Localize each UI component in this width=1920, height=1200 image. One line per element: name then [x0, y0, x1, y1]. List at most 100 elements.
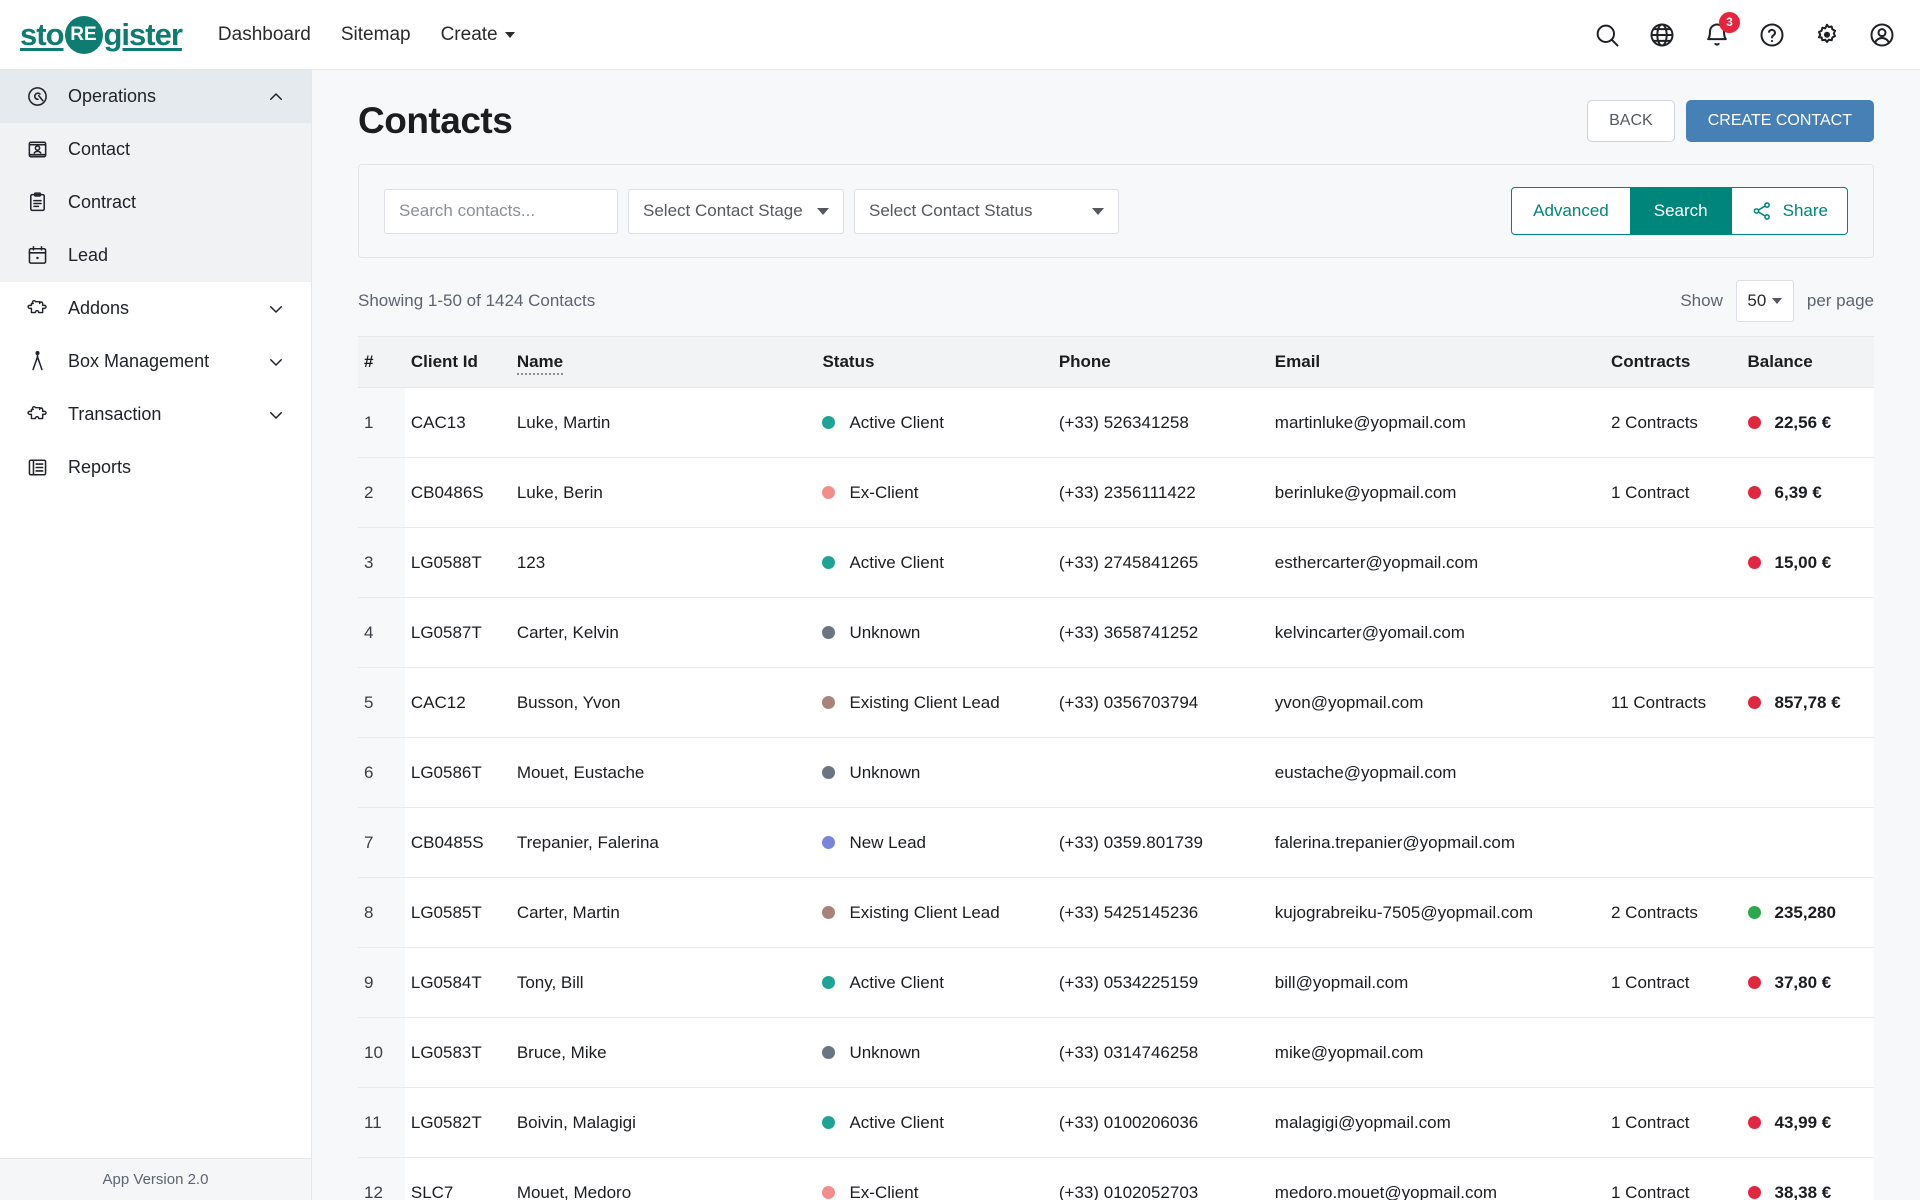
cell-phone: (+33) 0534225159	[1053, 948, 1269, 1018]
filter-panel: Select Contact Stage Select Contact Stat…	[358, 164, 1874, 258]
sidebar-item-contract[interactable]: Contract	[0, 176, 311, 229]
table-row[interactable]: 7CB0485STrepanier, FalerinaNew Lead(+33)…	[358, 808, 1874, 878]
chevron-down-icon	[1772, 298, 1782, 304]
cell-status: Unknown	[816, 1018, 1052, 1088]
cell-name: Luke, Berin	[511, 458, 817, 528]
cell-phone: (+33) 0356703794	[1053, 668, 1269, 738]
sidebar-label-contract: Contract	[68, 192, 285, 213]
sidebar-item-reports[interactable]: Reports	[0, 441, 311, 494]
back-button[interactable]: BACK	[1587, 100, 1675, 142]
create-contact-button[interactable]: CREATE CONTACT	[1686, 100, 1874, 142]
sidebar-item-contact[interactable]: Contact	[0, 123, 311, 176]
status-label: Ex-Client	[849, 483, 918, 503]
contract-icon	[24, 190, 50, 216]
cell-client-id: LG0585T	[405, 878, 511, 948]
sidebar-item-lead[interactable]: Lead	[0, 229, 311, 282]
table-row[interactable]: 12SLC7Mouet, MedoroEx-Client(+33) 010205…	[358, 1158, 1874, 1200]
nav-item-dashboard[interactable]: Dashboard	[218, 24, 311, 46]
cell-contracts: 2 Contracts	[1605, 878, 1742, 948]
cell-email: kujograbreiku-7505@yopmail.com	[1269, 878, 1605, 948]
sidebar-label-contact: Contact	[68, 139, 285, 160]
status-label: Ex-Client	[849, 1183, 918, 1200]
status-dot	[822, 1116, 835, 1129]
table-row[interactable]: 10LG0583TBruce, MikeUnknown(+33) 0314746…	[358, 1018, 1874, 1088]
share-button[interactable]: Share	[1731, 187, 1848, 235]
cell-contracts: 1 Contract	[1605, 948, 1742, 1018]
chevron-down-icon	[505, 32, 515, 38]
cell-status: Unknown	[816, 738, 1052, 808]
status-dot	[822, 416, 835, 429]
column-header-name[interactable]: Name	[511, 337, 817, 388]
table-row[interactable]: 3LG0588T123Active Client(+33) 2745841265…	[358, 528, 1874, 598]
search-button[interactable]: Search	[1631, 187, 1731, 235]
table-row[interactable]: 9LG0584TTony, BillActive Client(+33) 053…	[358, 948, 1874, 1018]
status-label: Active Client	[849, 973, 943, 993]
cell-index: 5	[358, 668, 405, 738]
status-label: Unknown	[849, 1043, 920, 1063]
table-row[interactable]: 11LG0582TBoivin, MalagigiActive Client(+…	[358, 1088, 1874, 1158]
table-row[interactable]: 4LG0587TCarter, KelvinUnknown(+33) 36587…	[358, 598, 1874, 668]
table-row[interactable]: 5CAC12Busson, YvonExisting Client Lead(+…	[358, 668, 1874, 738]
status-label: Existing Client Lead	[849, 693, 999, 713]
advanced-button[interactable]: Advanced	[1511, 187, 1631, 235]
status-dot	[822, 1046, 835, 1059]
per-page-label: per page	[1807, 291, 1874, 311]
cell-balance: 235,280	[1742, 878, 1874, 948]
cell-balance: 6,39 €	[1742, 458, 1874, 528]
table-row[interactable]: 6LG0586TMouet, EustacheUnknowneustache@y…	[358, 738, 1874, 808]
filter-actions: Advanced Search Share	[1511, 187, 1848, 235]
per-page-select[interactable]: 50	[1736, 280, 1794, 322]
contact-status-select[interactable]: Select Contact Status	[854, 189, 1119, 234]
sidebar-list: Operations Contact	[0, 70, 311, 1158]
sidebar-label-operations: Operations	[68, 86, 267, 107]
cell-client-id: LG0587T	[405, 598, 511, 668]
transaction-icon	[24, 402, 50, 428]
sidebar-item-addons[interactable]: Addons	[0, 282, 311, 335]
bell-icon[interactable]: 3	[1703, 21, 1731, 49]
column-header-status: Status	[816, 337, 1052, 388]
balance-dot	[1748, 906, 1761, 919]
box-management-icon	[24, 349, 50, 375]
table-row[interactable]: 2CB0486SLuke, BerinEx-Client(+33) 235611…	[358, 458, 1874, 528]
search-input[interactable]	[384, 189, 618, 234]
nav-item-create[interactable]: Create	[441, 24, 515, 46]
cell-index: 11	[358, 1088, 405, 1158]
cell-phone: (+33) 526341258	[1053, 388, 1269, 458]
cell-name: Busson, Yvon	[511, 668, 817, 738]
top-navbar: stoREgister Dashboard Sitemap Create	[0, 0, 1920, 70]
cell-name: Mouet, Medoro	[511, 1158, 817, 1200]
cell-name: 123	[511, 528, 817, 598]
sidebar-label-lead: Lead	[68, 245, 285, 266]
cell-name: Bruce, Mike	[511, 1018, 817, 1088]
cell-client-id: CB0486S	[405, 458, 511, 528]
sidebar: Operations Contact	[0, 70, 312, 1200]
account-icon[interactable]	[1868, 21, 1896, 49]
gear-icon[interactable]	[1813, 21, 1841, 49]
app-logo[interactable]: stoREgister	[20, 16, 182, 54]
cell-name: Carter, Martin	[511, 878, 817, 948]
sidebar-item-transaction[interactable]: Transaction	[0, 388, 311, 441]
search-icon[interactable]	[1593, 21, 1621, 49]
cell-name: Carter, Kelvin	[511, 598, 817, 668]
contact-stage-select[interactable]: Select Contact Stage	[628, 189, 844, 234]
share-icon	[1751, 200, 1773, 222]
contacts-table-container: # Client Id Name Status Phone Email Cont…	[312, 336, 1920, 1200]
sidebar-label-box-management: Box Management	[68, 351, 267, 372]
cell-index: 9	[358, 948, 405, 1018]
sidebar-item-box-management[interactable]: Box Management	[0, 335, 311, 388]
cell-name: Luke, Martin	[511, 388, 817, 458]
cell-phone: (+33) 0102052703	[1053, 1158, 1269, 1200]
help-icon[interactable]	[1758, 21, 1786, 49]
nav-item-sitemap[interactable]: Sitemap	[341, 24, 411, 46]
balance-amount: 22,56 €	[1775, 413, 1832, 433]
table-row[interactable]: 1CAC13Luke, MartinActive Client(+33) 526…	[358, 388, 1874, 458]
cell-contracts: 2 Contracts	[1605, 388, 1742, 458]
cell-status: Active Client	[816, 388, 1052, 458]
table-row[interactable]: 8LG0585TCarter, MartinExisting Client Le…	[358, 878, 1874, 948]
globe-icon[interactable]	[1648, 21, 1676, 49]
nav-label-sitemap: Sitemap	[341, 24, 411, 46]
cell-index: 6	[358, 738, 405, 808]
sidebar-item-operations[interactable]: Operations	[0, 70, 311, 123]
cell-client-id: LG0588T	[405, 528, 511, 598]
status-dot	[822, 486, 835, 499]
